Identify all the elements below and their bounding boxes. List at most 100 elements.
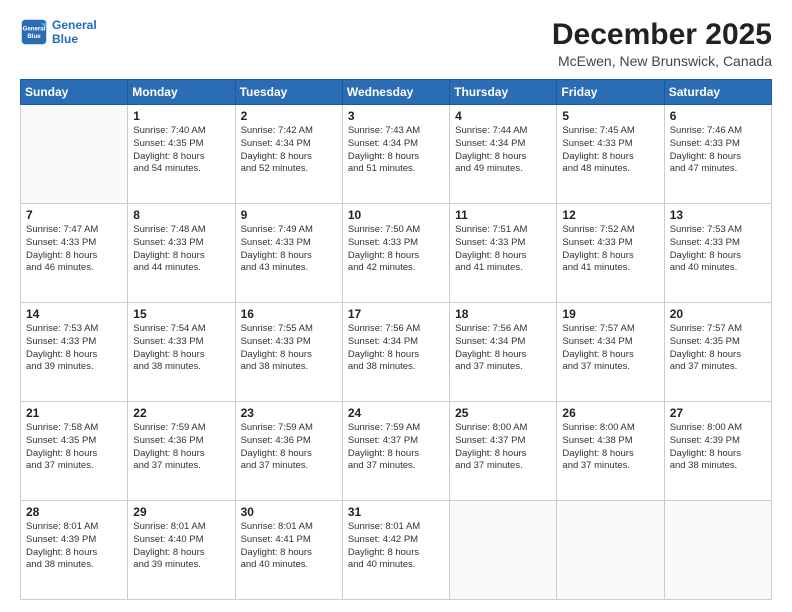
calendar-day-1: 1 Sunrise: 7:40 AM Sunset: 4:35 PM Daylig… — [128, 105, 235, 204]
day-number: 20 — [670, 307, 766, 321]
day-info: Sunrise: 7:54 AM Sunset: 4:33 PM Dayligh… — [133, 323, 229, 374]
day-info: Sunrise: 7:47 AM Sunset: 4:33 PM Dayligh… — [26, 224, 122, 275]
calendar-week-row: 28 Sunrise: 8:01 AM Sunset: 4:39 PM Dayli… — [21, 501, 772, 600]
day-info: Sunrise: 8:00 AM Sunset: 4:38 PM Dayligh… — [562, 422, 658, 473]
day-number: 8 — [133, 208, 229, 222]
day-info: Sunrise: 7:59 AM Sunset: 4:36 PM Dayligh… — [133, 422, 229, 473]
calendar-header-row: SundayMondayTuesdayWednesdayThursdayFrid… — [21, 80, 772, 105]
calendar-day-31: 31 Sunrise: 8:01 AM Sunset: 4:42 PM Dayli… — [342, 501, 449, 600]
day-number: 1 — [133, 109, 229, 123]
calendar-day-8: 8 Sunrise: 7:48 AM Sunset: 4:33 PM Daylig… — [128, 204, 235, 303]
day-number: 12 — [562, 208, 658, 222]
calendar-day-19: 19Sunrise: 7:57 AM Sunset: 4:34 PM Dayli… — [557, 303, 664, 402]
day-number: 31 — [348, 505, 444, 519]
day-number: 16 — [241, 307, 337, 321]
day-number: 25 — [455, 406, 551, 420]
logo-text: General Blue — [52, 18, 97, 46]
day-info: Sunrise: 7:44 AM Sunset: 4:34 PM Dayligh… — [455, 125, 551, 176]
calendar-empty-cell — [664, 501, 771, 600]
calendar-day-12: 12 Sunrise: 7:52 AM Sunset: 4:33 PM Dayli… — [557, 204, 664, 303]
day-number: 5 — [562, 109, 658, 123]
day-number: 23 — [241, 406, 337, 420]
calendar-header-tuesday: Tuesday — [235, 80, 342, 105]
day-number: 13 — [670, 208, 766, 222]
day-number: 11 — [455, 208, 551, 222]
day-number: 18 — [455, 307, 551, 321]
day-number: 6 — [670, 109, 766, 123]
main-title: December 2025 — [552, 18, 772, 51]
calendar-day-24: 24 Sunrise: 7:59 AM Sunset: 4:37 PM Dayli… — [342, 402, 449, 501]
calendar-day-18: 18 Sunrise: 7:56 AM Sunset: 4:34 PM Dayli… — [450, 303, 557, 402]
calendar-week-row: 14Sunrise: 7:53 AM Sunset: 4:33 PM Dayli… — [21, 303, 772, 402]
day-number: 28 — [26, 505, 122, 519]
calendar-day-14: 14Sunrise: 7:53 AM Sunset: 4:33 PM Dayli… — [21, 303, 128, 402]
day-number: 29 — [133, 505, 229, 519]
calendar-day-15: 15Sunrise: 7:54 AM Sunset: 4:33 PM Dayli… — [128, 303, 235, 402]
calendar-header-thursday: Thursday — [450, 80, 557, 105]
calendar-day-29: 29 Sunrise: 8:01 AM Sunset: 4:40 PM Dayli… — [128, 501, 235, 600]
day-info: Sunrise: 7:58 AM Sunset: 4:35 PM Dayligh… — [26, 422, 122, 473]
day-info: Sunrise: 7:45 AM Sunset: 4:33 PM Dayligh… — [562, 125, 658, 176]
day-number: 21 — [26, 406, 122, 420]
logo-icon: General Blue — [20, 18, 48, 46]
day-info: Sunrise: 7:40 AM Sunset: 4:35 PM Dayligh… — [133, 125, 229, 176]
calendar-day-23: 23 Sunrise: 7:59 AM Sunset: 4:36 PM Dayli… — [235, 402, 342, 501]
calendar-header-wednesday: Wednesday — [342, 80, 449, 105]
day-info: Sunrise: 7:51 AM Sunset: 4:33 PM Dayligh… — [455, 224, 551, 275]
day-info: Sunrise: 7:55 AM Sunset: 4:33 PM Dayligh… — [241, 323, 337, 374]
header: General Blue General Blue December 2025 … — [20, 18, 772, 69]
day-info: Sunrise: 7:56 AM Sunset: 4:34 PM Dayligh… — [455, 323, 551, 374]
calendar-day-4: 4Sunrise: 7:44 AM Sunset: 4:34 PM Daylig… — [450, 105, 557, 204]
day-info: Sunrise: 7:59 AM Sunset: 4:37 PM Dayligh… — [348, 422, 444, 473]
day-info: Sunrise: 7:52 AM Sunset: 4:33 PM Dayligh… — [562, 224, 658, 275]
day-number: 10 — [348, 208, 444, 222]
page: General Blue General Blue December 2025 … — [0, 0, 792, 612]
day-number: 2 — [241, 109, 337, 123]
logo: General Blue General Blue — [20, 18, 97, 46]
calendar-day-21: 21 Sunrise: 7:58 AM Sunset: 4:35 PM Dayli… — [21, 402, 128, 501]
calendar-day-16: 16 Sunrise: 7:55 AM Sunset: 4:33 PM Dayli… — [235, 303, 342, 402]
day-info: Sunrise: 7:48 AM Sunset: 4:33 PM Dayligh… — [133, 224, 229, 275]
day-number: 17 — [348, 307, 444, 321]
calendar-day-20: 20 Sunrise: 7:57 AM Sunset: 4:35 PM Dayli… — [664, 303, 771, 402]
title-block: December 2025 McEwen, New Brunswick, Can… — [552, 18, 772, 69]
calendar-header-friday: Friday — [557, 80, 664, 105]
calendar-day-5: 5 Sunrise: 7:45 AM Sunset: 4:33 PM Daylig… — [557, 105, 664, 204]
calendar-day-30: 30 Sunrise: 8:01 AM Sunset: 4:41 PM Dayli… — [235, 501, 342, 600]
calendar-day-7: 7 Sunrise: 7:47 AM Sunset: 4:33 PM Daylig… — [21, 204, 128, 303]
calendar-day-10: 10 Sunrise: 7:50 AM Sunset: 4:33 PM Dayli… — [342, 204, 449, 303]
calendar-day-9: 9Sunrise: 7:49 AM Sunset: 4:33 PM Daylig… — [235, 204, 342, 303]
day-number: 22 — [133, 406, 229, 420]
day-info: Sunrise: 8:01 AM Sunset: 4:41 PM Dayligh… — [241, 521, 337, 572]
calendar-day-6: 6Sunrise: 7:46 AM Sunset: 4:33 PM Daylig… — [664, 105, 771, 204]
calendar-day-13: 13Sunrise: 7:53 AM Sunset: 4:33 PM Dayli… — [664, 204, 771, 303]
day-number: 24 — [348, 406, 444, 420]
calendar-day-26: 26 Sunrise: 8:00 AM Sunset: 4:38 PM Dayli… — [557, 402, 664, 501]
day-number: 9 — [241, 208, 337, 222]
day-number: 30 — [241, 505, 337, 519]
day-number: 26 — [562, 406, 658, 420]
day-info: Sunrise: 7:57 AM Sunset: 4:35 PM Dayligh… — [670, 323, 766, 374]
day-info: Sunrise: 7:50 AM Sunset: 4:33 PM Dayligh… — [348, 224, 444, 275]
day-info: Sunrise: 8:00 AM Sunset: 4:37 PM Dayligh… — [455, 422, 551, 473]
day-info: Sunrise: 7:59 AM Sunset: 4:36 PM Dayligh… — [241, 422, 337, 473]
day-number: 7 — [26, 208, 122, 222]
calendar-header-sunday: Sunday — [21, 80, 128, 105]
calendar-day-2: 2Sunrise: 7:42 AM Sunset: 4:34 PM Daylig… — [235, 105, 342, 204]
calendar-day-11: 11 Sunrise: 7:51 AM Sunset: 4:33 PM Dayli… — [450, 204, 557, 303]
day-info: Sunrise: 8:00 AM Sunset: 4:39 PM Dayligh… — [670, 422, 766, 473]
calendar-empty-cell — [450, 501, 557, 600]
day-info: Sunrise: 8:01 AM Sunset: 4:39 PM Dayligh… — [26, 521, 122, 572]
svg-text:Blue: Blue — [27, 33, 41, 40]
day-number: 3 — [348, 109, 444, 123]
calendar-header-monday: Monday — [128, 80, 235, 105]
calendar-day-27: 27Sunrise: 8:00 AM Sunset: 4:39 PM Dayli… — [664, 402, 771, 501]
calendar-day-22: 22 Sunrise: 7:59 AM Sunset: 4:36 PM Dayli… — [128, 402, 235, 501]
calendar-day-25: 25 Sunrise: 8:00 AM Sunset: 4:37 PM Dayli… — [450, 402, 557, 501]
day-number: 19 — [562, 307, 658, 321]
day-info: Sunrise: 8:01 AM Sunset: 4:40 PM Dayligh… — [133, 521, 229, 572]
calendar-empty-cell — [21, 105, 128, 204]
calendar-header-saturday: Saturday — [664, 80, 771, 105]
calendar-empty-cell — [557, 501, 664, 600]
day-info: Sunrise: 8:01 AM Sunset: 4:42 PM Dayligh… — [348, 521, 444, 572]
